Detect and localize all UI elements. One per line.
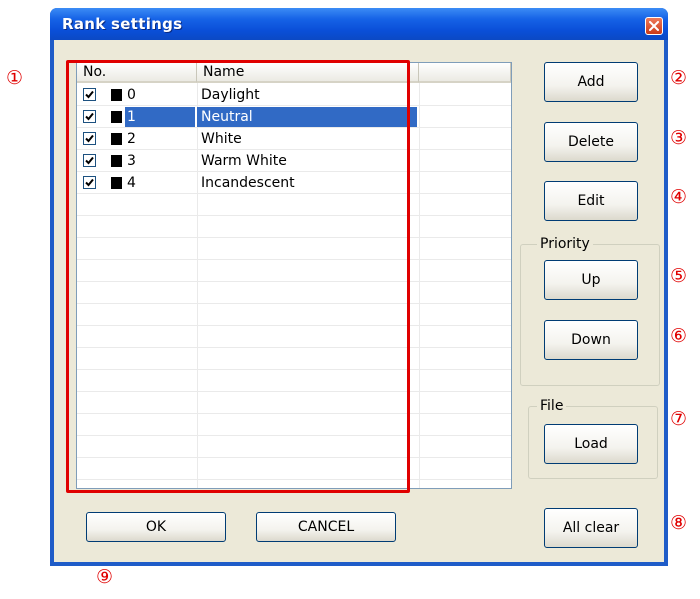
- priority-group-label: Priority: [537, 236, 593, 252]
- annotation-highlight-box: [66, 60, 410, 493]
- priority-up-button[interactable]: Up: [544, 260, 638, 300]
- dialog-title: Rank settings: [62, 15, 183, 33]
- callout-3: ③: [670, 127, 688, 149]
- callout-8: ⑧: [670, 512, 688, 534]
- file-group-label: File: [537, 398, 567, 414]
- callout-6: ⑥: [670, 325, 688, 347]
- callout-4: ④: [670, 186, 688, 208]
- column-header-extra[interactable]: [419, 63, 511, 83]
- cancel-button[interactable]: CANCEL: [256, 512, 396, 542]
- all-clear-button[interactable]: All clear: [544, 508, 638, 548]
- title-bar[interactable]: Rank settings: [50, 8, 668, 40]
- close-icon: [649, 21, 659, 31]
- close-button[interactable]: [645, 17, 663, 35]
- ok-button[interactable]: OK: [86, 512, 226, 542]
- callout-5: ⑤: [670, 265, 688, 287]
- priority-down-button[interactable]: Down: [544, 320, 638, 360]
- delete-button[interactable]: Delete: [544, 122, 638, 162]
- add-button[interactable]: Add: [544, 62, 638, 102]
- callout-7: ⑦: [670, 408, 688, 430]
- edit-button[interactable]: Edit: [544, 181, 638, 221]
- callout-1: ①: [6, 67, 24, 89]
- callout-9: ⑨: [96, 566, 114, 588]
- callout-2: ②: [670, 67, 688, 89]
- load-button[interactable]: Load: [544, 424, 638, 464]
